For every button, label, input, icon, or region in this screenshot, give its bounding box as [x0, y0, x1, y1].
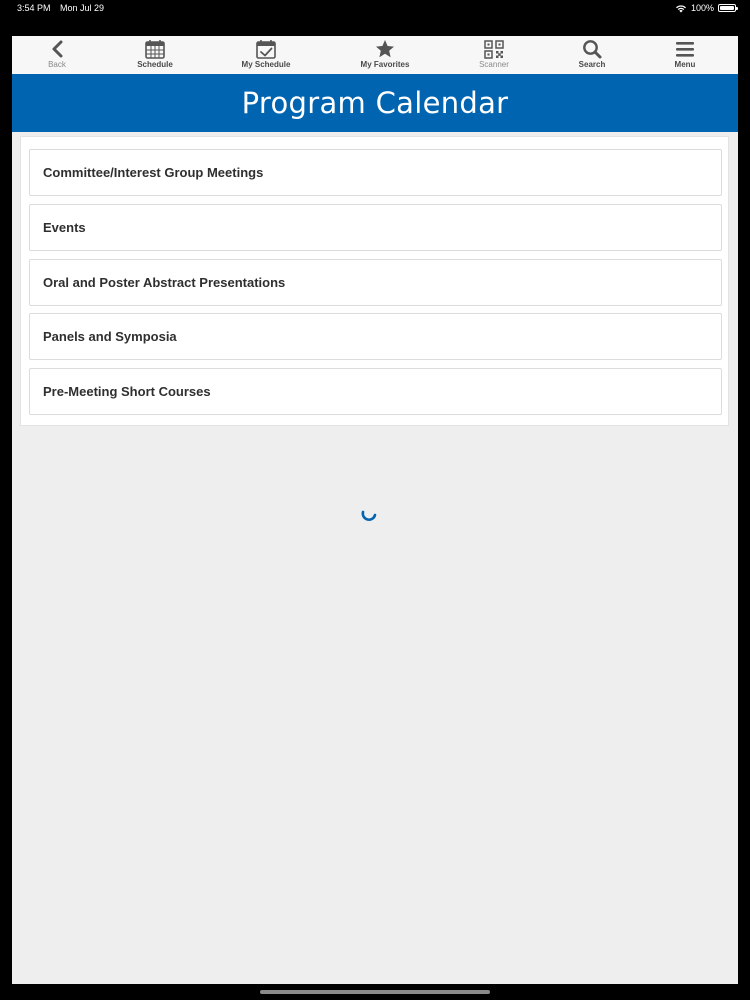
- app-window: Back Schedule My Schedule My Favorites S…: [12, 36, 738, 984]
- back-label: Back: [48, 60, 66, 69]
- chevron-left-icon: [52, 40, 63, 58]
- schedule-label: Schedule: [137, 60, 173, 69]
- page-title: Program Calendar: [12, 74, 738, 132]
- list-item-label: Events: [43, 220, 86, 235]
- loading-spinner-icon: [361, 510, 377, 521]
- my-schedule-button[interactable]: My Schedule: [226, 36, 306, 74]
- status-time: 3:54 PM: [17, 3, 51, 13]
- calendar-icon: [145, 40, 165, 59]
- battery-icon: [718, 4, 738, 12]
- status-date: Mon Jul 29: [60, 3, 105, 13]
- menu-label: Menu: [674, 60, 696, 69]
- hamburger-menu-icon: [676, 42, 694, 57]
- back-button[interactable]: Back: [17, 36, 97, 74]
- qr-code-icon: [484, 40, 504, 59]
- status-bar: 3:54 PM Mon Jul 29 100%: [0, 0, 750, 16]
- star-icon: [376, 40, 394, 58]
- list-item-events[interactable]: Events: [29, 204, 722, 251]
- battery-percent: 100%: [690, 3, 714, 13]
- category-list: Committee/Interest Group Meetings Events…: [20, 136, 729, 426]
- scanner-label: Scanner: [479, 60, 509, 69]
- list-item-short-courses[interactable]: Pre-Meeting Short Courses: [29, 368, 722, 415]
- list-item-panels-symposia[interactable]: Panels and Symposia: [29, 313, 722, 360]
- top-toolbar: Back Schedule My Schedule My Favorites S…: [12, 36, 738, 75]
- list-item-label: Oral and Poster Abstract Presentations: [43, 275, 286, 290]
- list-item-label: Panels and Symposia: [43, 329, 177, 344]
- search-icon: [583, 40, 602, 59]
- my-schedule-label: My Schedule: [241, 60, 291, 69]
- search-button[interactable]: Search: [552, 36, 632, 74]
- list-item-label: Committee/Interest Group Meetings: [43, 165, 264, 180]
- home-indicator: [260, 990, 490, 994]
- my-favorites-button[interactable]: My Favorites: [345, 36, 425, 74]
- wifi-icon: [675, 4, 686, 12]
- menu-button[interactable]: Menu: [645, 36, 725, 74]
- search-label: Search: [578, 60, 606, 69]
- calendar-check-icon: [256, 40, 276, 59]
- scanner-button[interactable]: Scanner: [454, 36, 534, 74]
- my-favorites-label: My Favorites: [360, 60, 410, 69]
- list-item-abstract-presentations[interactable]: Oral and Poster Abstract Presentations: [29, 259, 722, 306]
- list-item-label: Pre-Meeting Short Courses: [43, 384, 211, 399]
- list-item-committee-meetings[interactable]: Committee/Interest Group Meetings: [29, 149, 722, 196]
- status-right: 100%: [675, 0, 738, 16]
- schedule-button[interactable]: Schedule: [115, 36, 195, 74]
